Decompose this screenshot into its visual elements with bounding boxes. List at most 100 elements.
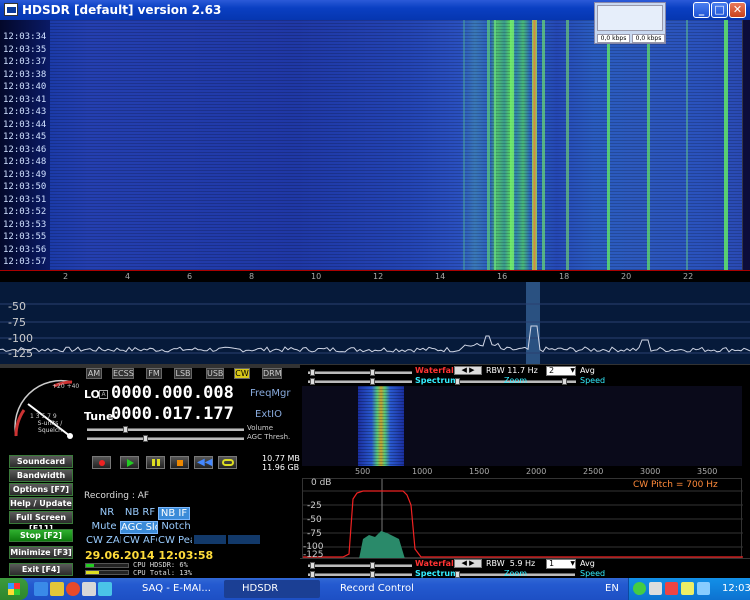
slider-thumb[interactable] <box>310 369 315 376</box>
quicklaunch-icon[interactable] <box>82 582 96 596</box>
cw-afc-button[interactable]: CW AFC <box>123 535 157 548</box>
nr-button[interactable]: NR <box>93 507 121 520</box>
pause-button[interactable] <box>146 456 165 469</box>
notch-button[interactable]: Notch <box>160 521 192 534</box>
extio-button[interactable]: ExtIO <box>255 409 282 420</box>
rbw-value-2: RBW 5.9 Hz <box>486 559 536 568</box>
cw-zap-button[interactable]: CW ZAP <box>86 535 121 548</box>
volume-slider[interactable] <box>87 426 244 433</box>
nb-rf-button[interactable]: NB RF <box>123 507 157 520</box>
mode-button-usb[interactable]: USB <box>206 368 224 379</box>
waterfall-display[interactable] <box>0 20 742 270</box>
network-monitor-widget[interactable]: 0,0 kbps 0,0 kbps <box>594 2 666 44</box>
record-button[interactable] <box>92 456 111 469</box>
help-update-button[interactable]: Help / Update [F1] <box>9 497 73 519</box>
quicklaunch-icon[interactable] <box>98 582 112 596</box>
mode-button-am[interactable]: AM <box>86 368 102 379</box>
language-indicator[interactable]: EN <box>605 583 619 594</box>
waterfall-trace <box>566 20 569 270</box>
nb-if-button[interactable]: NB IF <box>158 507 190 520</box>
slider-thumb[interactable] <box>370 378 375 385</box>
freq-manager-button[interactable]: FreqMgr <box>250 388 291 399</box>
mode-button-lsb[interactable]: LSB <box>174 368 192 379</box>
dsp-extra-button[interactable] <box>228 535 260 544</box>
taskbar-item-saq[interactable]: SAQ - E-MAI... <box>124 580 220 598</box>
zoom-spectrum[interactable]: 0 dB CW Pitch = 700 Hz -25 -50 -75 -100 … <box>302 478 743 560</box>
mode-button-fm[interactable]: FM <box>146 368 162 379</box>
speed-slider[interactable] <box>562 378 576 385</box>
agc-slow-button[interactable]: AGC Slow <box>120 521 158 534</box>
stop-button[interactable]: Stop [F2] <box>9 529 73 542</box>
maximize-window-button[interactable]: □ <box>711 2 728 18</box>
slider-thumb[interactable] <box>370 369 375 376</box>
zoom-y-label: -25 <box>307 501 322 511</box>
rbw-stepper-2[interactable]: ◀ ▶ <box>454 559 482 568</box>
rewind-button[interactable]: ◀◀ <box>194 456 213 469</box>
minimize-button[interactable]: Minimize [F3] <box>9 546 73 559</box>
recording-size: 10.77 MB <box>262 454 300 463</box>
zoom-controls-top: Waterfall Spectrum ◀ ▶ RBW 11.7 Hz 2 ▼ Av… <box>300 364 750 386</box>
tray-icon[interactable] <box>649 582 662 595</box>
tray-icon[interactable] <box>633 582 646 595</box>
dsp-extra-button[interactable] <box>194 535 226 544</box>
slider-thumb[interactable] <box>310 562 315 569</box>
full-screen-button[interactable]: Full Screen [F11] <box>9 511 73 533</box>
spectrum-label-2: Spectrum <box>415 569 459 578</box>
zoom-slider-thumb[interactable] <box>455 378 460 385</box>
loop-button[interactable] <box>218 456 237 469</box>
quicklaunch-icon[interactable] <box>66 582 80 596</box>
stop-playback-button[interactable] <box>170 456 189 469</box>
spectrum-brightness-slider[interactable] <box>360 378 412 385</box>
frequency-tick-label: 6 <box>187 272 193 281</box>
rbw-stepper[interactable]: ◀ ▶ <box>454 366 482 375</box>
waterfall-brightness-slider[interactable] <box>360 369 412 376</box>
taskbar-item-record-control[interactable]: Record Control <box>322 580 422 598</box>
quicklaunch-icon[interactable] <box>34 582 48 596</box>
volume-slider-thumb[interactable] <box>123 426 128 433</box>
lo-frequency[interactable]: 0000.000.008 <box>111 383 234 403</box>
agc-threshold-slider[interactable] <box>87 435 244 442</box>
options-button[interactable]: Options [F7] <box>9 483 73 496</box>
waterfall-timestamp: 12:03:44 <box>3 119 47 130</box>
tray-icon[interactable] <box>681 582 694 595</box>
soundcard-button[interactable]: Soundcard [F5] <box>9 455 73 477</box>
cpu-hdsdr-fill <box>86 564 94 567</box>
close-window-button[interactable]: ✕ <box>729 2 746 18</box>
start-button[interactable] <box>0 578 28 600</box>
waterfall-timestamp: 12:03:40 <box>3 82 47 93</box>
volume-tray-icon[interactable] <box>697 582 710 595</box>
minimize-window-button[interactable]: _ <box>693 2 710 18</box>
cw-peak-button[interactable]: CW Peak <box>158 535 192 548</box>
bandwidth-button[interactable]: Bandwidth [F6] <box>9 469 73 491</box>
lo-lock-icon[interactable]: A <box>99 390 108 399</box>
waterfall-timestamp: 12:03:53 <box>3 219 47 230</box>
waterfall-scrollbar[interactable] <box>742 20 750 270</box>
taskbar-item-hdsdr[interactable]: HDSDR <box>224 580 320 598</box>
waterfall-brightness-slider-2[interactable] <box>360 562 412 569</box>
slider-thumb[interactable] <box>370 562 375 569</box>
spectrum-brightness-slider-2[interactable] <box>360 571 412 578</box>
zoom-waterfall[interactable] <box>302 386 742 466</box>
speed-slider-thumb[interactable] <box>562 378 567 385</box>
mute-button[interactable]: Mute <box>89 521 119 534</box>
waterfall-timestamp: 12:03:43 <box>3 107 47 118</box>
tray-icon[interactable] <box>665 582 678 595</box>
mode-button-ecss[interactable]: ECSS <box>112 368 134 379</box>
zoom-slider-thumb[interactable] <box>455 571 460 578</box>
network-out-rate: 0,0 kbps <box>632 34 665 43</box>
avg-select-2[interactable]: 1 ▼ <box>546 559 576 569</box>
agc-threshold-slider-thumb[interactable] <box>143 435 148 442</box>
spectrum-display[interactable]: -50 -75 -100 -125 <box>0 282 750 364</box>
avg-select[interactable]: 2 ▼ <box>546 366 576 376</box>
mode-button-drm[interactable]: DRM <box>262 368 282 379</box>
play-button[interactable] <box>120 456 139 469</box>
quicklaunch-icon[interactable] <box>50 582 64 596</box>
exit-button[interactable]: Exit [F4] <box>9 563 73 576</box>
slider-thumb[interactable] <box>370 571 375 578</box>
tune-frequency[interactable]: 0000.017.177 <box>111 404 234 424</box>
spectrum-y-label: -50 <box>8 300 26 313</box>
slider-thumb[interactable] <box>310 571 315 578</box>
agc-threshold-label: AGC Thresh. <box>247 433 291 441</box>
slider-thumb[interactable] <box>310 378 315 385</box>
mode-button-cw[interactable]: CW <box>234 368 250 379</box>
